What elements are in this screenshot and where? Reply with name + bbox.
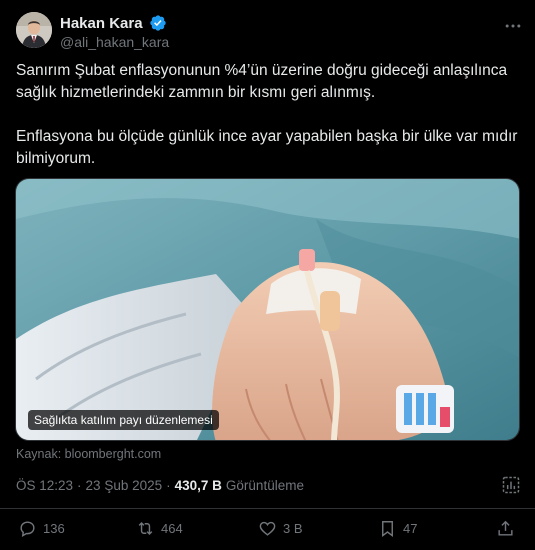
repost-icon xyxy=(138,521,153,536)
stats-icon[interactable] xyxy=(501,475,521,495)
tweet-date[interactable]: 23 Şub 2025 xyxy=(86,478,163,493)
more-icon[interactable] xyxy=(503,16,523,36)
action-bar: 136 464 3 B 47 xyxy=(0,508,535,550)
tweet-text: Sanırım Şubat enflasyonunun %4’ün üzerin… xyxy=(16,60,519,192)
tweet-meta: ÖS 12:23 · 23 Şub 2025 · 430,7 B Görüntü… xyxy=(16,478,304,493)
bookmark-count: 47 xyxy=(403,521,418,536)
source-link[interactable]: Kaynak: bloomberght.com xyxy=(16,447,161,461)
media-caption: Sağlıkta katılım payı düzenlemesi xyxy=(28,410,219,430)
repost-count: 464 xyxy=(161,521,183,536)
verified-badge-icon xyxy=(150,15,166,31)
tweet-media[interactable]: Sağlıkta katılım payı düzenlemesi xyxy=(15,178,520,441)
author-handle[interactable]: @ali_hakan_kara xyxy=(60,34,169,50)
like-icon xyxy=(259,521,276,536)
views-label: Görüntüleme xyxy=(225,478,304,493)
tweet-paragraph: Enflasyona bu ölçüde günlük ince ayar ya… xyxy=(16,128,518,167)
avatar[interactable] xyxy=(16,12,52,48)
reply-count: 136 xyxy=(43,521,65,536)
tweet-header: Hakan Kara @ali_hakan_kara xyxy=(16,12,523,52)
share-button[interactable] xyxy=(496,519,515,538)
tweet-paragraph: Sanırım Şubat enflasyonunun %4’ün üzerin… xyxy=(16,62,508,101)
meta-separator: · xyxy=(77,478,82,493)
bookmark-button[interactable]: 47 xyxy=(378,519,417,538)
media-photo xyxy=(16,179,519,440)
views-count: 430,7 B xyxy=(174,478,222,493)
repost-button[interactable]: 464 xyxy=(136,519,183,538)
share-icon xyxy=(498,520,513,536)
like-button[interactable]: 3 B xyxy=(258,519,303,538)
bookmark-icon xyxy=(382,521,393,538)
reply-icon xyxy=(20,521,35,537)
tweet: Hakan Kara @ali_hakan_kara Sanırım Şubat… xyxy=(0,0,535,550)
like-count: 3 B xyxy=(283,521,303,536)
meta-separator: · xyxy=(166,478,171,493)
tweet-time[interactable]: ÖS 12:23 xyxy=(16,478,73,493)
reply-button[interactable]: 136 xyxy=(18,519,65,538)
author-name[interactable]: Hakan Kara xyxy=(60,15,143,32)
